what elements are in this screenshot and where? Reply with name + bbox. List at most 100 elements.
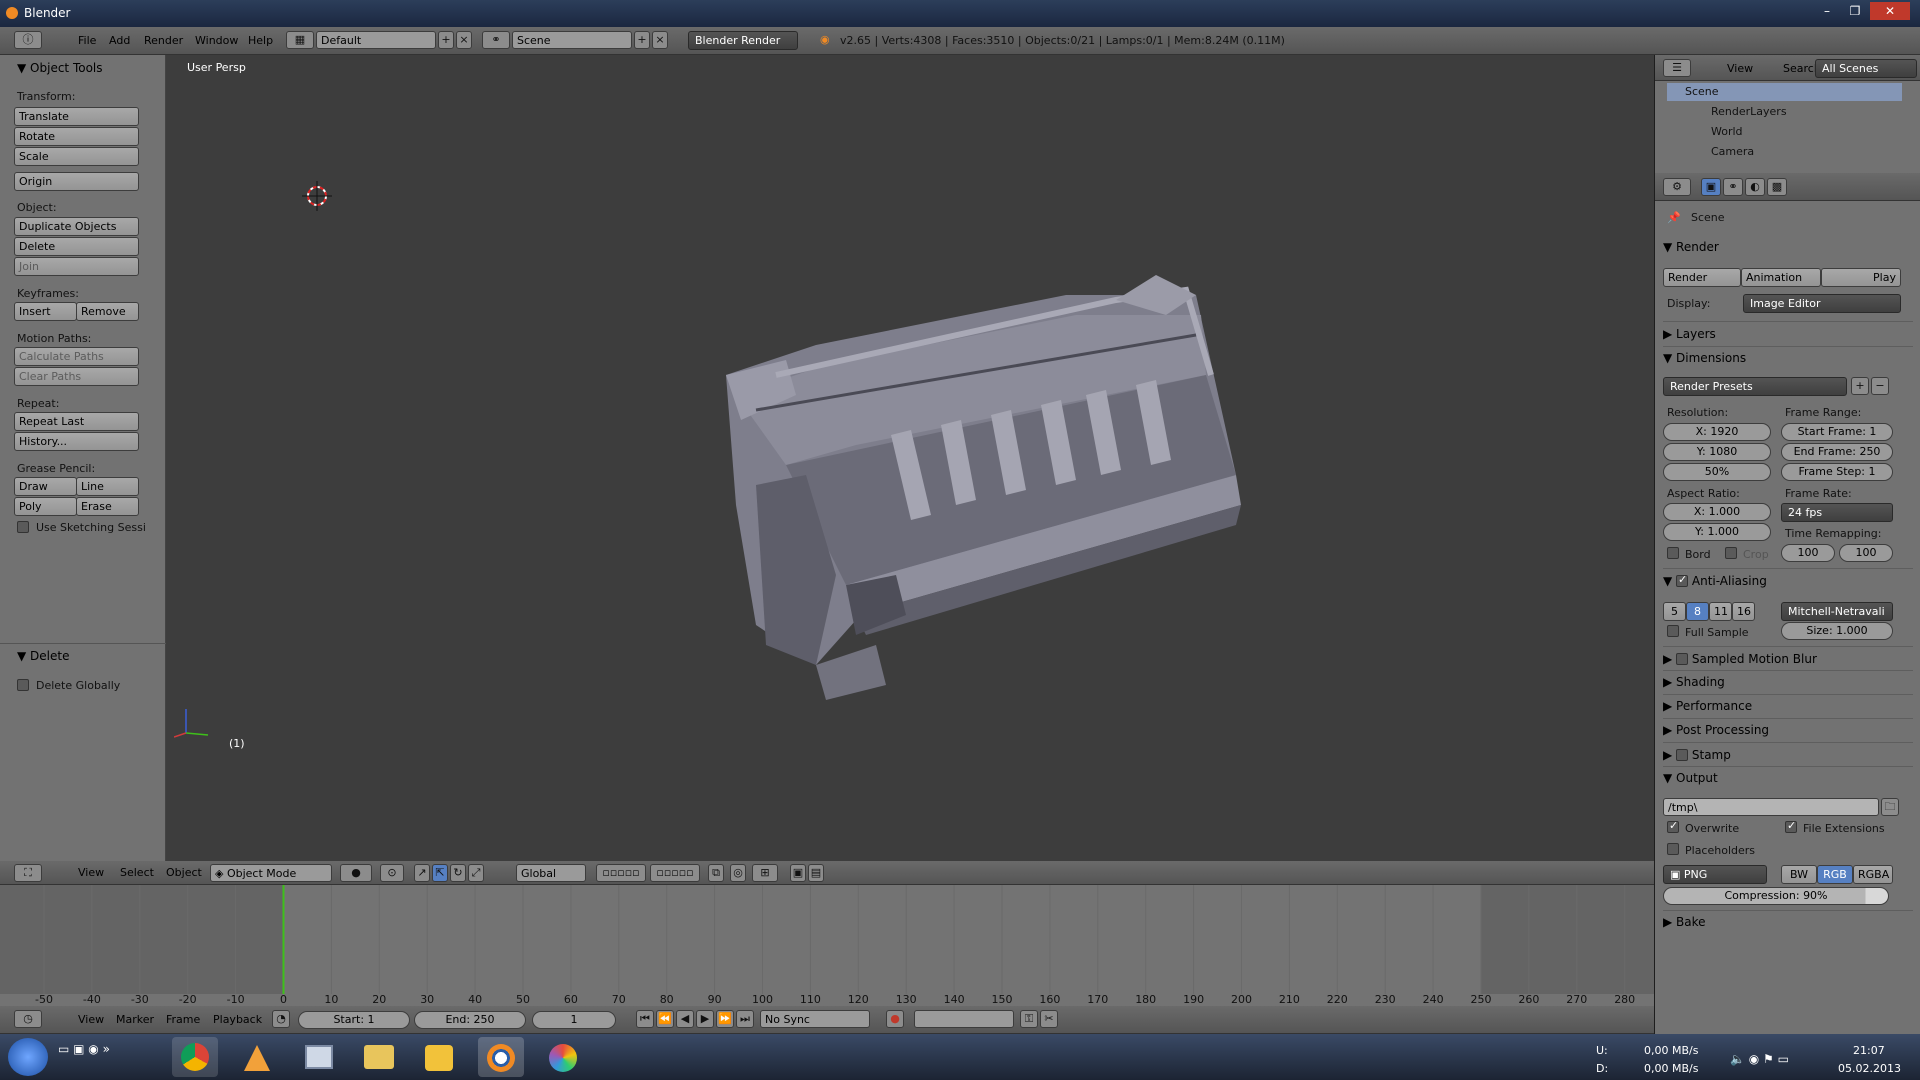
clock-time[interactable]: 21:07 xyxy=(1853,1044,1885,1057)
interaction-mode-select[interactable]: ◈ Object Mode xyxy=(210,864,332,882)
aa-samples-16[interactable]: 16 xyxy=(1732,602,1755,621)
proportional-edit-icon[interactable]: ◎ xyxy=(730,864,746,882)
remove-preset-icon[interactable]: − xyxy=(1871,377,1889,395)
outliner-item-scene[interactable]: Scene xyxy=(1685,85,1719,98)
motion-blur-checkbox[interactable] xyxy=(1676,653,1689,665)
menu-select[interactable]: Select xyxy=(120,866,154,879)
timeline-ruler[interactable]: -50 -40 -30 -20 -10 0 10 20 30 40 50 60 70 80 90 100 110… xyxy=(0,885,1654,1006)
end-frame-field[interactable]: End: 250 xyxy=(414,1011,526,1029)
layers-grid-a[interactable]: ▫▫▫▫▫ xyxy=(596,864,646,882)
layers-grid-b[interactable]: ▫▫▫▫▫ xyxy=(650,864,700,882)
timeline-menu-frame[interactable]: Frame xyxy=(166,1013,200,1026)
folder-taskbar-icon[interactable] xyxy=(356,1037,402,1077)
rotate-button[interactable]: Rotate xyxy=(14,127,139,146)
aa-samples-8[interactable]: 8 xyxy=(1686,602,1709,621)
sketching-checkbox[interactable] xyxy=(17,521,29,533)
menu-object[interactable]: Object xyxy=(166,866,202,879)
menu-view[interactable]: View xyxy=(78,866,104,879)
translate-button[interactable]: Translate xyxy=(14,107,139,126)
minimize-button[interactable]: – xyxy=(1814,2,1840,20)
motion-blur-panel-header[interactable]: ▶ Sampled Motion Blur xyxy=(1663,651,1817,666)
border-checkbox[interactable] xyxy=(1667,547,1679,559)
chrome-taskbar-icon[interactable] xyxy=(172,1037,218,1077)
jump-end-icon[interactable]: ⏭ xyxy=(736,1010,754,1028)
outliner-item-world[interactable]: World xyxy=(1711,125,1743,138)
lock-camera-icon[interactable]: ⧉ xyxy=(708,864,724,882)
full-sample-checkbox[interactable] xyxy=(1667,625,1679,637)
outliner-item-camera[interactable]: Camera xyxy=(1711,145,1754,158)
scene-tab-icon[interactable]: ⚭ xyxy=(1723,178,1743,196)
menu-file[interactable]: File xyxy=(78,34,96,47)
scale-button[interactable]: Scale xyxy=(14,147,139,166)
file-format-select[interactable]: ▣ PNG xyxy=(1663,865,1767,884)
anti-aliasing-panel-header[interactable]: ▼ Anti-Aliasing xyxy=(1663,573,1767,588)
color-rgba-button[interactable]: RGBA xyxy=(1853,865,1893,884)
outliner-menu-view[interactable]: View xyxy=(1727,62,1753,75)
rotate-manipulator-icon[interactable]: ↻ xyxy=(450,864,466,882)
blender-taskbar-icon[interactable] xyxy=(478,1037,524,1077)
notes-taskbar-icon[interactable] xyxy=(416,1037,462,1077)
add-scene-icon[interactable]: + xyxy=(634,31,650,49)
menu-add[interactable]: Add xyxy=(109,34,130,47)
join-button[interactable]: Join xyxy=(14,257,139,276)
sync-mode-select[interactable]: No Sync xyxy=(760,1010,870,1028)
compression-slider[interactable]: Compression: 90% xyxy=(1663,887,1889,905)
performance-panel-header[interactable]: ▶ Performance xyxy=(1663,699,1752,713)
resolution-x-field[interactable]: X: 1920 xyxy=(1663,423,1771,441)
placeholders-checkbox[interactable] xyxy=(1667,843,1679,855)
resolution-y-field[interactable]: Y: 1080 xyxy=(1663,443,1771,461)
outliner-item-renderlayers[interactable]: RenderLayers xyxy=(1711,105,1787,118)
frame-rate-select[interactable]: 24 fps xyxy=(1781,503,1893,522)
aa-size-field[interactable]: Size: 1.000 xyxy=(1781,622,1893,640)
aa-samples-11[interactable]: 11 xyxy=(1709,602,1732,621)
play-reverse-icon[interactable]: ◀ xyxy=(676,1010,694,1028)
end-frame-field[interactable]: End Frame: 250 xyxy=(1781,443,1893,461)
add-preset-icon[interactable]: + xyxy=(1851,377,1869,395)
color-bw-button[interactable]: BW xyxy=(1781,865,1817,884)
scene-field[interactable]: Scene xyxy=(512,31,632,49)
shading-panel-header[interactable]: ▶ Shading xyxy=(1663,675,1725,689)
timeline-editor[interactable]: -50 -40 -30 -20 -10 0 10 20 30 40 50 60 70 80 90 100 110… xyxy=(0,885,1654,1006)
insert-keyframe-icon[interactable]: ⚿ xyxy=(1020,1010,1038,1028)
quicklaunch-icons[interactable]: ▭ ▣ ◉ » xyxy=(58,1042,110,1056)
resolution-percent-field[interactable]: 50% xyxy=(1663,463,1771,481)
object-tools-panel-header[interactable]: ▼ Object Tools xyxy=(17,61,103,75)
tray-icons[interactable]: 🔈 ◉ ⚑ ▭ xyxy=(1730,1052,1789,1066)
pivot-point-icon[interactable]: ⊙ xyxy=(380,864,404,882)
viewport-shading-icon[interactable]: ● xyxy=(340,864,372,882)
transform-orientation-select[interactable]: Global xyxy=(516,864,586,882)
world-tab-icon[interactable]: ◐ xyxy=(1745,178,1765,196)
duplicate-objects-button[interactable]: Duplicate Objects xyxy=(14,217,139,236)
remap-old-field[interactable]: 100 xyxy=(1781,544,1835,562)
menu-render[interactable]: Render xyxy=(144,34,183,47)
render-button[interactable]: Render xyxy=(1663,268,1741,287)
repeat-last-button[interactable]: Repeat Last xyxy=(14,412,139,431)
clock-date[interactable]: 05.02.2013 xyxy=(1838,1062,1901,1075)
screen-layout-icon[interactable]: ▦ xyxy=(286,31,314,49)
pin-icon[interactable]: 📌 xyxy=(1667,211,1681,224)
delete-button[interactable]: Delete xyxy=(14,237,139,256)
app-taskbar-icon[interactable] xyxy=(234,1037,280,1077)
translate-manipulator-icon[interactable]: ⇱ xyxy=(432,864,448,882)
render-engine-select[interactable]: Blender Render xyxy=(688,31,798,50)
current-frame-field[interactable]: 1 xyxy=(532,1011,616,1029)
post-processing-panel-header[interactable]: ▶ Post Processing xyxy=(1663,723,1769,737)
add-layout-icon[interactable]: + xyxy=(438,31,454,49)
color-rgb-button[interactable]: RGB xyxy=(1817,865,1853,884)
timeline-menu-playback[interactable]: Playback xyxy=(213,1013,262,1026)
insert-keyframe-button[interactable]: Insert xyxy=(14,302,77,321)
delete-globally-checkbox[interactable] xyxy=(17,679,29,691)
poly-button[interactable]: Poly xyxy=(14,497,77,516)
jump-prev-key-icon[interactable]: ⏪ xyxy=(656,1010,674,1028)
start-frame-field[interactable]: Start Frame: 1 xyxy=(1781,423,1893,441)
editor-type-properties-icon[interactable]: ⚙ xyxy=(1663,178,1691,196)
stamp-panel-header[interactable]: ▶ Stamp xyxy=(1663,747,1731,762)
stamp-checkbox[interactable] xyxy=(1676,749,1689,761)
3d-viewport[interactable]: User Persp (1) xyxy=(166,55,1654,861)
render-panel-header[interactable]: ▼ Render xyxy=(1663,240,1719,254)
delete-keyframe-icon[interactable]: ✂ xyxy=(1040,1010,1058,1028)
texture-tab-icon[interactable]: ▩ xyxy=(1767,178,1787,196)
jump-next-key-icon[interactable]: ⏩ xyxy=(716,1010,734,1028)
harvester-header-model[interactable] xyxy=(696,255,1416,705)
editor-type-timeline-icon[interactable]: ◷ xyxy=(14,1010,42,1028)
